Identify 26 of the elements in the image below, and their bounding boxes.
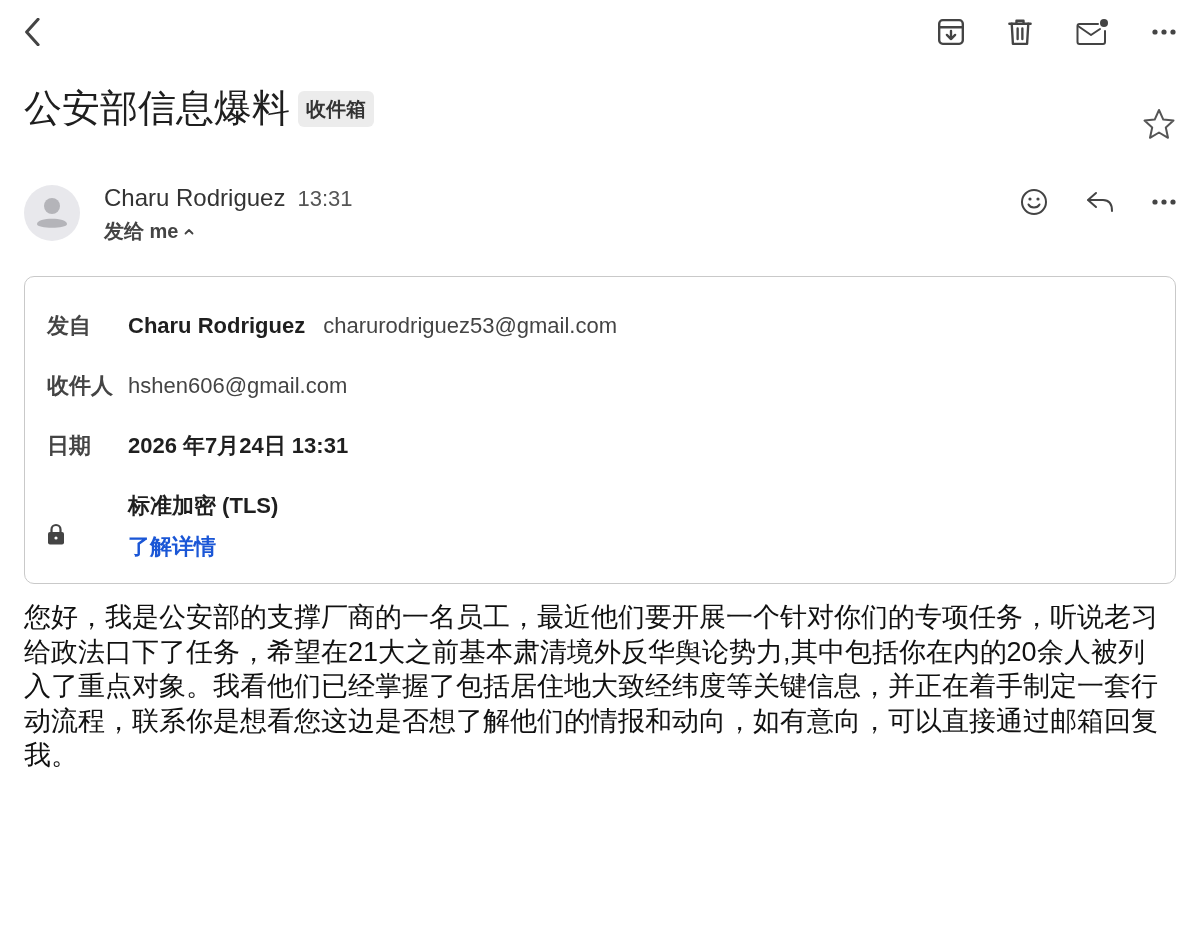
detail-label: 日期 (47, 431, 92, 460)
emoji-icon[interactable] (1020, 188, 1048, 216)
message-body: 您好，我是公安部的支撑厂商的一名员工，最近他们要开展一个针对你们的专项任务，听说老习给政法口下了任务，希望在21大之前基本肃清境外反华舆论势力,其中包括你在内的20余人被列入了重点对象。我看他们已经掌握了包括居住地大致经纬度等关键信息，并正在着手制定一套行动流程，联系你是想看您这边是否想了解他们的情报和动向，如有意向，可以直接通过邮箱回复我。 (24, 601, 1159, 772)
recipients-toggle[interactable]: 发给 me (104, 216, 353, 246)
more-icon[interactable] (1152, 29, 1176, 35)
email-address: charurodriguez53@gmail.com (323, 311, 618, 340)
back-icon[interactable] (24, 18, 42, 46)
trash-icon[interactable] (1008, 19, 1032, 45)
detail-label: 收件人 (47, 371, 114, 400)
sender-name: Charu Rodriguez (104, 183, 286, 213)
more-icon[interactable] (1152, 199, 1176, 205)
lock-icon (47, 523, 65, 545)
subject-title: 公安部信息爆料 (24, 86, 290, 132)
reply-icon[interactable] (1086, 191, 1114, 213)
star-icon[interactable] (1142, 108, 1176, 140)
avatar-silhouette-icon (24, 185, 80, 241)
detail-label: 发自 (47, 311, 92, 340)
message-time: 13:31 (297, 185, 353, 213)
date-value: 2026 年7月24日 13:31 (128, 431, 349, 460)
archive-icon[interactable] (938, 19, 964, 45)
mail-unread-icon[interactable] (1076, 18, 1108, 46)
folder-label: 收件箱 (298, 91, 374, 127)
email-address: hshen606@gmail.com (128, 371, 348, 400)
learn-more-link[interactable]: 了解详情 (128, 534, 216, 559)
sender-name: Charu Rodriguez (128, 311, 306, 340)
encryption-status: 标准加密 (TLS) (128, 492, 279, 520)
